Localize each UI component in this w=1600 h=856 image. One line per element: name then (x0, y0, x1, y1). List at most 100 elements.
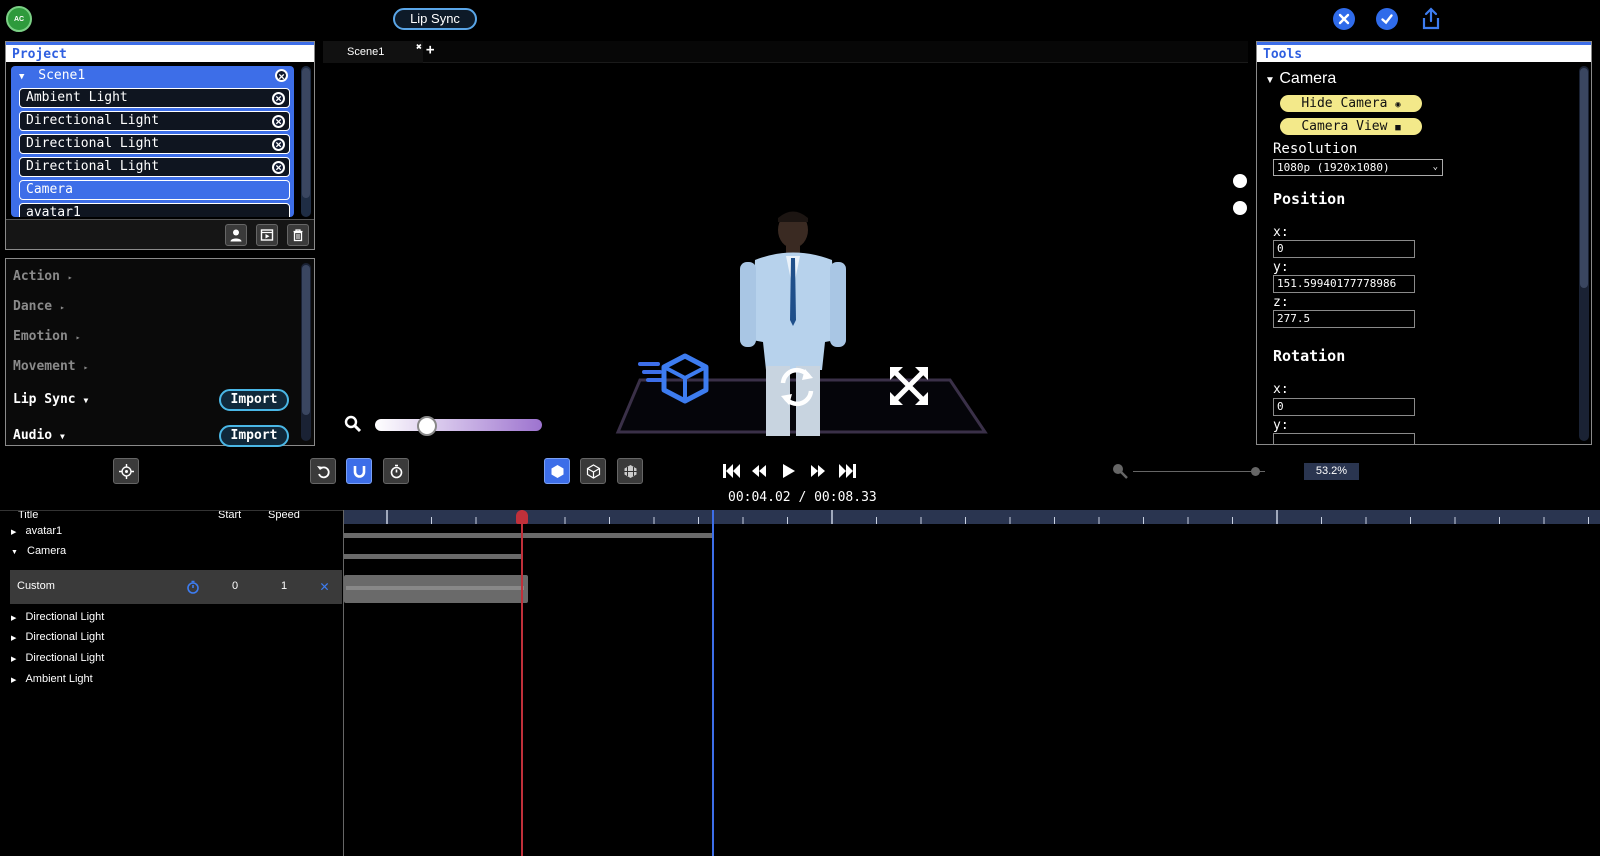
rotation-title: Rotation (1273, 347, 1346, 365)
eye-icon: ◉ (1395, 100, 1401, 110)
slider-thumb[interactable] (1251, 467, 1260, 476)
playhead[interactable] (521, 510, 523, 856)
stopwatch-icon[interactable] (186, 580, 200, 594)
caret-right-icon: ▶ (11, 656, 17, 663)
library-category-lip-sync[interactable]: Lip Sync ▼ (13, 392, 88, 407)
custom-start-value[interactable]: 0 (232, 580, 238, 592)
viewport-zoom-slider[interactable] (375, 419, 542, 431)
viewport-scene[interactable] (600, 200, 1000, 450)
remove-icon[interactable] (272, 136, 285, 154)
library-category-audio[interactable]: Audio ▼ (13, 428, 65, 443)
zoom-percent[interactable]: 53.2% (1304, 463, 1359, 480)
custom-speed-value[interactable]: 1 (281, 580, 287, 592)
rotate-icon[interactable] (775, 365, 819, 409)
divider (343, 510, 344, 856)
timeline-row-directional-light[interactable]: ▶ Directional Light (11, 652, 104, 664)
magnet-snap-button[interactable] (346, 458, 372, 484)
position-y-label: y: (1273, 260, 1289, 275)
scene-node[interactable]: ▼ Scene1 (11, 66, 294, 86)
tree-item-avatar[interactable]: avatar1 (19, 203, 290, 217)
clip-track (346, 586, 524, 590)
clip-custom[interactable] (344, 575, 528, 603)
timeline-ruler[interactable] (344, 510, 1600, 524)
undo-icon (316, 465, 330, 478)
timeline-row-custom[interactable]: Custom 0 1 ✕ (10, 570, 342, 604)
camera-view-button[interactable]: Camera View ■ (1280, 118, 1422, 135)
library-scrollbar[interactable] (301, 263, 311, 441)
library-category-emotion[interactable]: Emotion ▸ (13, 329, 80, 344)
position-x-label: x: (1273, 225, 1289, 240)
rotation-x-input[interactable]: 0 (1273, 398, 1415, 416)
play-icon[interactable] (783, 464, 795, 478)
audio-import-button[interactable]: Import (219, 425, 289, 447)
scrollbar-thumb[interactable] (302, 265, 310, 415)
scale-icon[interactable] (888, 365, 930, 407)
remove-icon[interactable] (272, 159, 285, 177)
slider-thumb[interactable] (417, 416, 437, 436)
timeline-row-avatar[interactable]: ▶ avatar1 (11, 525, 62, 537)
move-cube-icon[interactable] (638, 352, 710, 404)
timeline-row-camera[interactable]: ▼ Camera (11, 545, 66, 557)
confirm-button[interactable] (1376, 8, 1398, 30)
scrollbar-thumb[interactable] (1580, 68, 1588, 288)
pan-hand-icon[interactable] (1233, 201, 1247, 215)
tools-scrollbar[interactable] (1579, 66, 1589, 441)
add-avatar-button[interactable] (225, 224, 247, 246)
add-scene-button[interactable] (256, 224, 278, 246)
timeline-row-ambient-light[interactable]: ▶ Ambient Light (11, 673, 93, 685)
close-tab-icon[interactable]: ✖ (416, 42, 422, 53)
position-z-input[interactable]: 277.5 (1273, 310, 1415, 328)
position-x-input[interactable]: 0 (1273, 240, 1415, 258)
position-y-input[interactable]: 151.59940177778986 (1273, 275, 1415, 293)
tree-item-directional-light[interactable]: Directional Light (19, 157, 290, 177)
caret-down-icon: ▼ (11, 549, 18, 556)
project-scrollbar[interactable] (301, 66, 311, 217)
solid-view-button[interactable] (544, 458, 570, 484)
remove-icon[interactable] (272, 90, 285, 108)
tree-item-ambient-light[interactable]: Ambient Light (19, 88, 290, 108)
tree-item-directional-light[interactable]: Directional Light (19, 134, 290, 154)
hide-camera-button[interactable]: Hide Camera ◉ (1280, 95, 1422, 112)
timeline-row-directional-light[interactable]: ▶ Directional Light (11, 631, 104, 643)
library-category-dance[interactable]: Dance ▸ (13, 299, 65, 314)
skip-end-icon[interactable] (839, 464, 856, 478)
camera-section-header[interactable]: ▼ Camera (1265, 70, 1336, 88)
mode-lip-sync-pill[interactable]: Lip Sync (393, 8, 477, 30)
timeline-row-directional-light[interactable]: ▶ Directional Light (11, 611, 104, 623)
library-panel: Action ▸ Dance ▸ Emotion ▸ Movement ▸ Li… (5, 258, 315, 447)
tools-panel-title: Tools (1257, 42, 1591, 62)
share-button[interactable] (1420, 7, 1442, 31)
library-category-action[interactable]: Action ▸ (13, 269, 73, 284)
add-tab-icon[interactable]: + (426, 42, 434, 58)
lip-sync-import-button[interactable]: Import (219, 389, 289, 411)
remove-icon[interactable] (275, 67, 288, 86)
clip-avatar[interactable] (344, 533, 714, 538)
grid-view-button[interactable] (617, 458, 643, 484)
zoom-tool-icon[interactable] (1233, 174, 1247, 188)
scrollbar-thumb[interactable] (302, 68, 310, 198)
fast-forward-icon[interactable] (811, 465, 825, 477)
playhead-handle[interactable] (516, 510, 528, 524)
rotation-y-input[interactable] (1273, 433, 1415, 444)
delete-button[interactable] (287, 224, 309, 246)
rewind-icon[interactable] (752, 465, 766, 477)
skip-start-icon[interactable] (723, 464, 740, 478)
tab-scene1[interactable]: Scene1 (323, 41, 423, 63)
timer-button[interactable] (383, 458, 409, 484)
close-button[interactable] (1333, 8, 1355, 30)
tree-item-directional-light[interactable]: Directional Light (19, 111, 290, 131)
target-button[interactable] (113, 458, 139, 484)
divider (0, 510, 344, 511)
remove-keyframe-icon[interactable]: ✕ (320, 577, 329, 595)
tree-item-camera[interactable]: Camera (19, 180, 290, 200)
resolution-select[interactable]: 1080p (1920x1080) ⌄ (1273, 159, 1443, 176)
library-category-movement[interactable]: Movement ▸ (13, 359, 88, 374)
remove-icon[interactable] (272, 113, 285, 131)
timeline-zoom-slider[interactable] (1133, 471, 1265, 472)
clip-camera[interactable] (344, 554, 522, 559)
undo-button[interactable] (310, 458, 336, 484)
end-marker[interactable] (712, 510, 714, 856)
caret-right-icon: ▶ (11, 615, 17, 622)
wireframe-view-button[interactable] (580, 458, 606, 484)
project-toolbar (6, 219, 314, 249)
